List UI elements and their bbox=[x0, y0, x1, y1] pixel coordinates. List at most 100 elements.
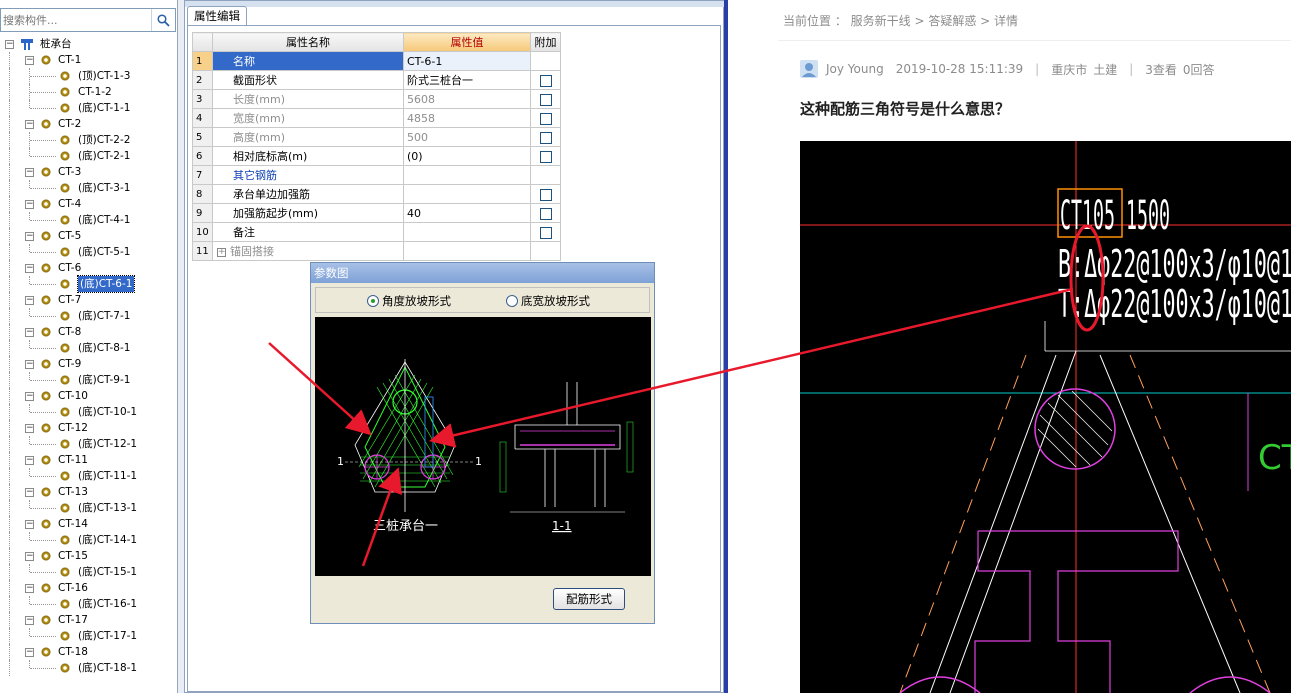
tree-item[interactable]: (底)CT-5-1 bbox=[0, 244, 176, 260]
tree-item[interactable]: (底)CT-11-1 bbox=[0, 468, 176, 484]
tree-group[interactable]: − CT-9 bbox=[0, 356, 176, 372]
radio-width-slope[interactable]: 底宽放坡形式 bbox=[506, 293, 590, 309]
extra-checkbox[interactable] bbox=[539, 93, 552, 106]
collapse-toggle[interactable]: − bbox=[25, 328, 34, 337]
property-value-cell[interactable]: 40 bbox=[403, 203, 531, 223]
tab-property-edit[interactable]: 属性编辑 bbox=[187, 6, 247, 25]
collapse-toggle[interactable]: − bbox=[25, 456, 34, 465]
tree-item[interactable]: (底)CT-2-1 bbox=[0, 148, 176, 164]
collapse-toggle[interactable]: − bbox=[25, 56, 34, 65]
tree-group[interactable]: − CT-15 bbox=[0, 548, 176, 564]
tree-item[interactable]: (底)CT-1-1 bbox=[0, 100, 176, 116]
tree-item[interactable]: (底)CT-13-1 bbox=[0, 500, 176, 516]
collapse-toggle[interactable]: − bbox=[25, 120, 34, 129]
tree-item[interactable]: (底)CT-17-1 bbox=[0, 628, 176, 644]
tree-item[interactable]: (底)CT-10-1 bbox=[0, 404, 176, 420]
breadcrumb[interactable]: 当前位置 ： 服务新干线 > 答疑解惑 > 详情 bbox=[783, 12, 1018, 29]
property-value-cell[interactable] bbox=[403, 165, 531, 185]
property-value-cell[interactable]: 阶式三桩台一 bbox=[403, 70, 531, 90]
property-row[interactable]: 4 宽度(mm) 4858 bbox=[192, 108, 561, 128]
tree-item[interactable]: (顶)CT-1-3 bbox=[0, 68, 176, 84]
property-value-cell[interactable] bbox=[403, 222, 531, 242]
property-value-cell[interactable] bbox=[403, 241, 531, 261]
collapse-toggle[interactable]: − bbox=[25, 424, 34, 433]
property-value-cell[interactable]: 5608 bbox=[403, 89, 531, 109]
tree-group[interactable]: − CT-3 bbox=[0, 164, 176, 180]
reinforcement-form-button[interactable]: 配筋形式 bbox=[553, 588, 625, 610]
property-row[interactable]: 1 名称 CT-6-1 bbox=[192, 51, 561, 71]
tree-root[interactable]: − 桩承台 bbox=[0, 36, 176, 52]
search-input[interactable] bbox=[1, 9, 151, 31]
avatar[interactable] bbox=[800, 60, 818, 78]
property-row[interactable]: 9 加强筋起步(mm) 40 bbox=[192, 203, 561, 223]
property-row[interactable]: 6 相对底标高(m) (0) bbox=[192, 146, 561, 166]
tree-group[interactable]: − CT-11 bbox=[0, 452, 176, 468]
tree-group[interactable]: − CT-14 bbox=[0, 516, 176, 532]
tree-item[interactable]: (底)CT-6-1 bbox=[0, 275, 176, 293]
collapse-toggle[interactable]: − bbox=[25, 488, 34, 497]
collapse-toggle[interactable]: − bbox=[25, 232, 34, 241]
tree-group[interactable]: − CT-18 bbox=[0, 644, 176, 660]
collapse-toggle[interactable]: − bbox=[25, 520, 34, 529]
radio-angle-slope[interactable]: 角度放坡形式 bbox=[367, 293, 451, 309]
collapse-toggle[interactable]: − bbox=[25, 168, 34, 177]
tree-group[interactable]: − CT-7 bbox=[0, 292, 176, 308]
tree-group[interactable]: − CT-13 bbox=[0, 484, 176, 500]
property-value-cell[interactable] bbox=[403, 184, 531, 204]
tree-item[interactable]: (底)CT-14-1 bbox=[0, 532, 176, 548]
extra-checkbox[interactable] bbox=[539, 74, 552, 87]
extra-checkbox[interactable] bbox=[539, 207, 552, 220]
extra-checkbox[interactable] bbox=[539, 112, 552, 125]
radio-width-slope-circle[interactable] bbox=[506, 295, 518, 307]
search-button[interactable] bbox=[151, 9, 175, 31]
tree-group[interactable]: − CT-2 bbox=[0, 116, 176, 132]
tree-item[interactable]: (底)CT-16-1 bbox=[0, 596, 176, 612]
collapse-toggle[interactable]: − bbox=[25, 360, 34, 369]
collapse-toggle[interactable]: − bbox=[25, 264, 34, 273]
tree-item[interactable]: (底)CT-15-1 bbox=[0, 564, 176, 580]
collapse-toggle[interactable]: − bbox=[25, 648, 34, 657]
tree-item[interactable]: (底)CT-12-1 bbox=[0, 436, 176, 452]
collapse-toggle[interactable]: − bbox=[25, 552, 34, 561]
extra-checkbox[interactable] bbox=[539, 226, 552, 239]
property-row[interactable]: 11 + 锚固搭接 bbox=[192, 241, 561, 261]
collapse-toggle[interactable]: − bbox=[25, 296, 34, 305]
tree-item[interactable]: CT-1-2 bbox=[0, 84, 176, 100]
tree-group[interactable]: − CT-4 bbox=[0, 196, 176, 212]
tree-item[interactable]: (底)CT-3-1 bbox=[0, 180, 176, 196]
tree-group[interactable]: − CT-16 bbox=[0, 580, 176, 596]
tree-group[interactable]: − CT-5 bbox=[0, 228, 176, 244]
tree-item[interactable]: (底)CT-7-1 bbox=[0, 308, 176, 324]
tree-group[interactable]: − CT-17 bbox=[0, 612, 176, 628]
author-name[interactable]: Joy Young bbox=[826, 62, 884, 76]
tree-group[interactable]: − CT-10 bbox=[0, 388, 176, 404]
property-row[interactable]: 2 截面形状 阶式三桩台一 bbox=[192, 70, 561, 90]
expand-icon[interactable]: + bbox=[217, 247, 226, 257]
collapse-toggle[interactable]: − bbox=[25, 616, 34, 625]
property-value-cell[interactable]: (0) bbox=[403, 146, 531, 166]
tree-group[interactable]: − CT-8 bbox=[0, 324, 176, 340]
tree-item[interactable]: (底)CT-18-1 bbox=[0, 660, 176, 676]
collapse-toggle[interactable]: − bbox=[25, 392, 34, 401]
tree-group[interactable]: − CT-12 bbox=[0, 420, 176, 436]
tree-group[interactable]: − CT-6 bbox=[0, 260, 176, 276]
tree-item[interactable]: (底)CT-4-1 bbox=[0, 212, 176, 228]
property-value-cell[interactable]: 500 bbox=[403, 127, 531, 147]
extra-checkbox[interactable] bbox=[539, 131, 552, 144]
collapse-toggle[interactable]: − bbox=[25, 584, 34, 593]
property-row[interactable]: 3 长度(mm) 5608 bbox=[192, 89, 561, 109]
radio-angle-slope-circle[interactable] bbox=[367, 295, 379, 307]
property-row[interactable]: 8 承台单边加强筋 bbox=[192, 184, 561, 204]
extra-checkbox[interactable] bbox=[539, 188, 552, 201]
collapse-toggle[interactable]: − bbox=[5, 40, 14, 49]
collapse-toggle[interactable]: − bbox=[25, 200, 34, 209]
property-row[interactable]: 5 高度(mm) 500 bbox=[192, 127, 561, 147]
tree-item[interactable]: (底)CT-9-1 bbox=[0, 372, 176, 388]
property-row[interactable]: 7 其它钢筋 bbox=[192, 165, 561, 185]
property-value-cell[interactable]: CT-6-1 bbox=[403, 51, 531, 71]
tree-item[interactable]: (顶)CT-2-2 bbox=[0, 132, 176, 148]
extra-checkbox[interactable] bbox=[539, 150, 552, 163]
property-value-cell[interactable]: 4858 bbox=[403, 108, 531, 128]
tree-group[interactable]: − CT-1 bbox=[0, 52, 176, 68]
property-row[interactable]: 10 备注 bbox=[192, 222, 561, 242]
